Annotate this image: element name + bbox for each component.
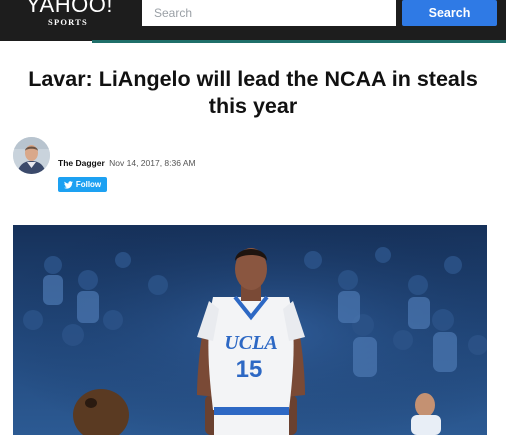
basketball-player-photo: UCLA 15 [13,225,487,435]
follow-label: Follow [75,180,102,189]
publish-timestamp: Nov 14, 2017, 8:36 AM [109,158,196,168]
logo-main-text: YAHOO! [26,0,113,17]
header-accent-line [92,40,506,43]
follow-button[interactable]: Follow [58,177,107,192]
logo-sub-text: SPORTS [48,17,88,27]
author-name[interactable]: The Dagger [58,158,105,168]
svg-text:UCLA: UCLA [224,332,277,354]
twitter-bird-icon [63,180,73,189]
byline: The Dagger Nov 14, 2017, 8:36 AM [58,158,196,168]
article-hero-image[interactable]: UCLA 15 [13,225,487,435]
article-headline: Lavar: LiAngelo will lead the NCAA in st… [28,67,478,118]
svg-text:15: 15 [236,356,263,383]
author-avatar-image [13,137,50,174]
yahoo-sports-logo[interactable]: YAHOO! SPORTS [26,0,113,34]
author-avatar[interactable] [13,137,50,174]
top-navigation-bar: YAHOO! SPORTS Search [0,0,506,41]
search-input[interactable] [142,0,396,26]
search-button[interactable]: Search [402,0,497,26]
